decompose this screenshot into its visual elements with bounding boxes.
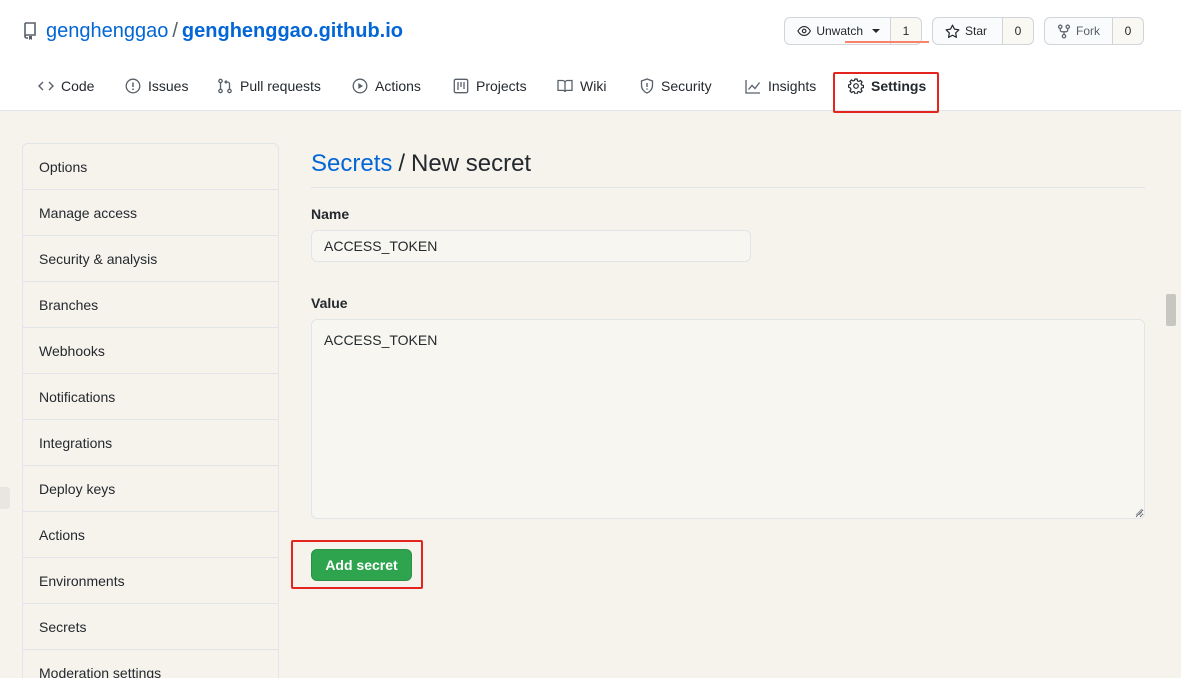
tab-insights-label: Insights <box>768 78 817 94</box>
tab-code-label: Code <box>61 78 95 94</box>
graph-icon <box>745 79 761 94</box>
gear-icon <box>848 78 864 94</box>
title-divider <box>311 187 1145 188</box>
breadcrumb-secrets-link[interactable]: Secrets <box>311 150 392 177</box>
sidebar-item-integrations[interactable]: Integrations <box>23 420 278 466</box>
sidebar-item-notifications[interactable]: Notifications <box>23 374 278 420</box>
tab-insights[interactable]: Insights <box>745 66 816 106</box>
secret-name-input[interactable] <box>311 230 751 262</box>
fork-group: Fork 0 <box>1044 17 1144 45</box>
tab-settings-label: Settings <box>871 78 927 94</box>
tab-code[interactable]: Code <box>38 66 94 106</box>
unwatch-label: Unwatch <box>816 24 863 38</box>
repo-icon <box>24 22 36 40</box>
play-icon <box>352 78 368 94</box>
sidebar-item-environments[interactable]: Environments <box>23 558 278 604</box>
eye-icon <box>797 25 812 37</box>
tab-issues[interactable]: Issues <box>125 66 188 106</box>
pull-request-icon <box>218 78 232 94</box>
secret-value-textarea[interactable]: ACCESS_TOKEN <box>311 319 1145 519</box>
sidebar-item-manage-access[interactable]: Manage access <box>23 190 278 236</box>
sidebar-item-deploy-keys[interactable]: Deploy keys <box>23 466 278 512</box>
page-title: Secrets / New secret <box>311 149 531 179</box>
tab-projects[interactable]: Projects <box>453 66 527 106</box>
tab-issues-label: Issues <box>148 78 189 94</box>
sidebar-item-webhooks[interactable]: Webhooks <box>23 328 278 374</box>
add-secret-button[interactable]: Add secret <box>311 549 412 581</box>
sidebar-item-moderation-settings[interactable]: Moderation settings <box>23 650 278 678</box>
scrollbar-thumb[interactable] <box>1166 294 1176 326</box>
shield-icon <box>640 78 654 94</box>
fork-label: Fork <box>1076 24 1100 38</box>
fork-button[interactable]: Fork <box>1044 17 1113 45</box>
tab-pull-requests[interactable]: Pull requests <box>217 66 321 106</box>
settings-sidebar: Options Manage access Security & analysi… <box>22 143 279 678</box>
star-label: Star <box>965 24 988 38</box>
fork-icon <box>1057 24 1071 38</box>
repo-name-link[interactable]: genghenggao.github.io <box>182 20 403 42</box>
forks-count[interactable]: 0 <box>1113 17 1144 45</box>
tab-wiki[interactable]: Wiki <box>557 66 606 106</box>
sidebar-item-options[interactable]: Options <box>23 144 278 190</box>
sidebar-item-actions[interactable]: Actions <box>23 512 278 558</box>
repo-separator: / <box>172 20 178 42</box>
star-button[interactable]: Star <box>932 17 1003 45</box>
tab-pull-requests-label: Pull requests <box>240 78 321 94</box>
tab-wiki-label: Wiki <box>580 78 607 94</box>
tab-security[interactable]: Security <box>640 66 712 106</box>
repo-owner-link[interactable]: genghenggao <box>46 20 168 42</box>
chevron-down-icon <box>872 29 880 33</box>
tab-projects-label: Projects <box>476 78 527 94</box>
resize-grip-icon[interactable] <box>1133 506 1143 516</box>
breadcrumb-current: New secret <box>411 150 532 177</box>
breadcrumb-separator: / <box>398 150 406 177</box>
star-icon <box>945 24 960 38</box>
stars-count[interactable]: 0 <box>1003 17 1034 45</box>
name-label: Name <box>311 206 350 222</box>
repo-title: genghenggao / genghenggao.github.io <box>46 19 403 43</box>
star-group: Star 0 <box>932 17 1034 45</box>
book-icon <box>557 79 573 93</box>
tab-settings[interactable]: Settings <box>848 66 926 106</box>
repo-header: genghenggao / genghenggao.github.io Unwatc… <box>0 0 1181 111</box>
edge-handle[interactable] <box>0 487 10 509</box>
sidebar-item-secrets[interactable]: Secrets <box>23 604 278 650</box>
issue-icon <box>125 78 141 94</box>
code-icon <box>38 81 54 91</box>
sidebar-item-branches[interactable]: Branches <box>23 282 278 328</box>
tab-security-label: Security <box>661 78 712 94</box>
sidebar-item-security-analysis[interactable]: Security & analysis <box>23 236 278 282</box>
tab-actions-label: Actions <box>375 78 421 94</box>
project-icon <box>453 78 469 94</box>
selected-tab-underline <box>845 41 929 43</box>
value-label: Value <box>311 295 348 311</box>
tab-actions[interactable]: Actions <box>352 66 421 106</box>
